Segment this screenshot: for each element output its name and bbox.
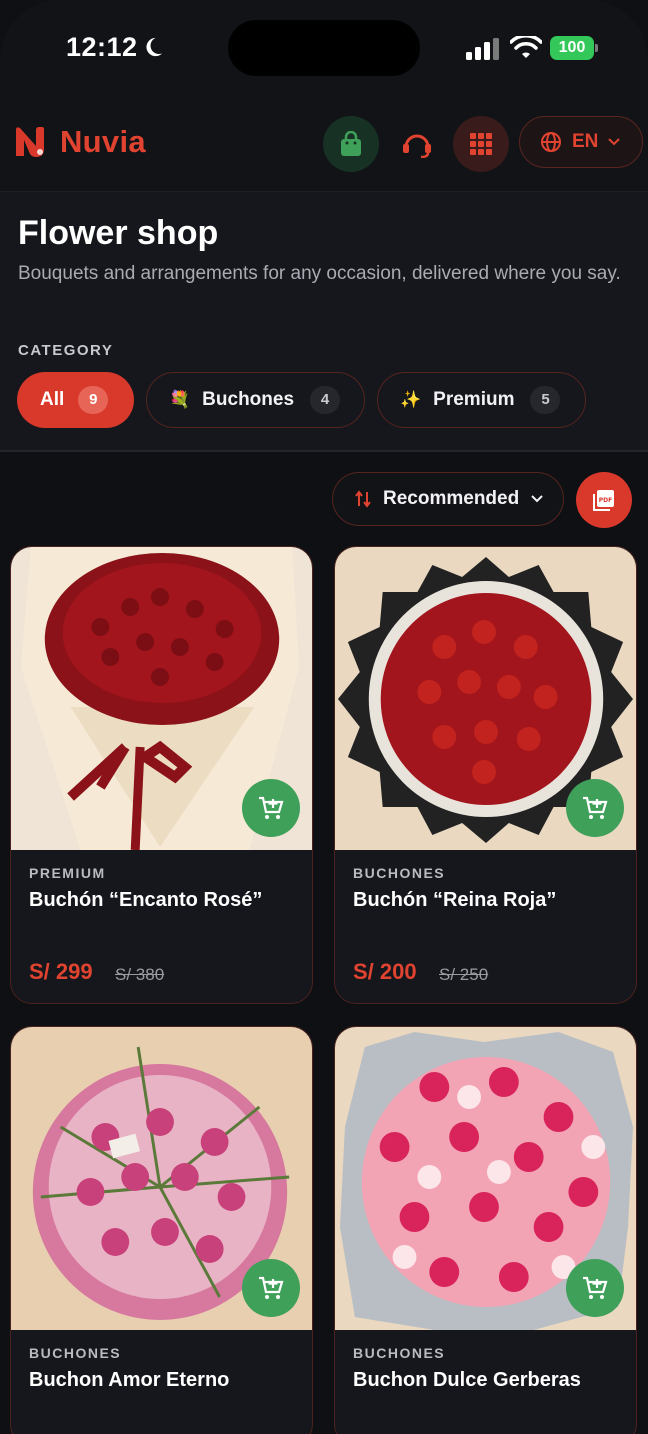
globe-icon — [541, 132, 561, 152]
chevron-down-icon — [608, 138, 621, 146]
sort-arrows-icon — [355, 490, 371, 508]
pdf-icon: PDF — [593, 490, 614, 511]
add-to-cart-icon — [259, 1276, 284, 1299]
add-to-cart-button[interactable] — [242, 1259, 300, 1317]
brand-name[interactable]: Nuvia — [60, 124, 146, 160]
page-title: Flower shop — [18, 214, 219, 252]
cart-bag-button[interactable] — [323, 116, 379, 172]
wifi-icon — [510, 36, 542, 58]
product-name: Buchón “Encanto Rosé” — [29, 889, 263, 911]
chip-label: Premium — [433, 389, 515, 410]
app-header: Nuvia EN — [0, 96, 648, 192]
status-bar: 12:12 100 — [0, 0, 648, 96]
category-chip-buchones[interactable]: 💐 Buchones 4 — [146, 372, 365, 428]
add-to-cart-icon — [583, 1276, 608, 1299]
product-card[interactable]: PREMIUM Buchón “Encanto Rosé” S/ 299 S/ … — [10, 546, 313, 1004]
chip-count: 4 — [310, 386, 341, 414]
page-content: Flower shop Bouquets and arrangements fo… — [0, 192, 648, 1434]
svg-text:PDF: PDF — [599, 497, 612, 504]
add-to-cart-button[interactable] — [566, 779, 624, 837]
language-selector[interactable]: EN — [519, 116, 643, 168]
chip-label: All — [40, 389, 65, 410]
headset-icon — [403, 134, 431, 158]
product-card[interactable]: BUCHONES Buchon Dulce Gerberas — [334, 1026, 637, 1434]
product-category: BUCHONES — [353, 1345, 446, 1361]
product-listing: Recommended PDF PREMIUM Buchón “Encanto … — [0, 452, 648, 1434]
sparkles-icon: ✨ — [400, 390, 422, 409]
sort-label: Recommended — [383, 488, 520, 509]
product-category: BUCHONES — [29, 1345, 122, 1361]
battery-indicator: 100 — [550, 36, 598, 60]
sort-dropdown[interactable]: Recommended — [332, 472, 564, 526]
phone-screen: 12:12 100 Nuvia EN Flower shop Bouquets … — [0, 0, 648, 1434]
shopping-bag-icon — [341, 131, 361, 156]
product-old-price: S/ 250 — [439, 965, 489, 984]
battery-nub — [595, 44, 598, 52]
add-to-cart-button[interactable] — [566, 1259, 624, 1317]
product-name: Buchon Amor Eterno — [29, 1369, 230, 1391]
product-old-price: S/ 380 — [115, 965, 165, 984]
product-name: Buchon Dulce Gerberas — [353, 1369, 581, 1391]
add-to-cart-button[interactable] — [242, 779, 300, 837]
status-time: 12:12 — [66, 32, 138, 62]
support-button[interactable] — [389, 116, 445, 172]
product-category: PREMIUM — [29, 865, 106, 881]
moon-icon — [146, 37, 163, 57]
product-category: BUCHONES — [353, 865, 446, 881]
nuvia-logo-icon[interactable] — [10, 122, 50, 162]
category-label: CATEGORY — [18, 342, 114, 359]
category-chip-premium[interactable]: ✨ Premium 5 — [377, 372, 586, 428]
product-card[interactable]: BUCHONES Buchon Amor Eterno — [10, 1026, 313, 1434]
product-name: Buchón “Reina Roja” — [353, 889, 557, 911]
add-to-cart-icon — [583, 796, 608, 819]
product-price: S/ 299 — [29, 959, 93, 984]
dynamic-island — [228, 20, 420, 76]
grid-icon — [470, 133, 492, 155]
chip-count: 9 — [78, 386, 109, 414]
chevron-down-icon — [531, 495, 543, 503]
language-code: EN — [572, 131, 599, 152]
bouquet-icon: 💐 — [169, 390, 191, 409]
pdf-export-button[interactable]: PDF — [576, 472, 632, 528]
apps-grid-button[interactable] — [453, 116, 509, 172]
page-subtitle: Bouquets and arrangements for any occasi… — [18, 263, 621, 284]
add-to-cart-icon — [259, 796, 284, 819]
signal-icon — [466, 38, 499, 60]
category-chip-all[interactable]: All 9 — [17, 372, 134, 428]
product-card[interactable]: BUCHONES Buchón “Reina Roja” S/ 200 S/ 2… — [334, 546, 637, 1004]
chip-count: 5 — [530, 386, 561, 414]
chip-label: Buchones — [202, 389, 295, 410]
battery-level: 100 — [550, 36, 594, 60]
product-price: S/ 200 — [353, 959, 417, 984]
